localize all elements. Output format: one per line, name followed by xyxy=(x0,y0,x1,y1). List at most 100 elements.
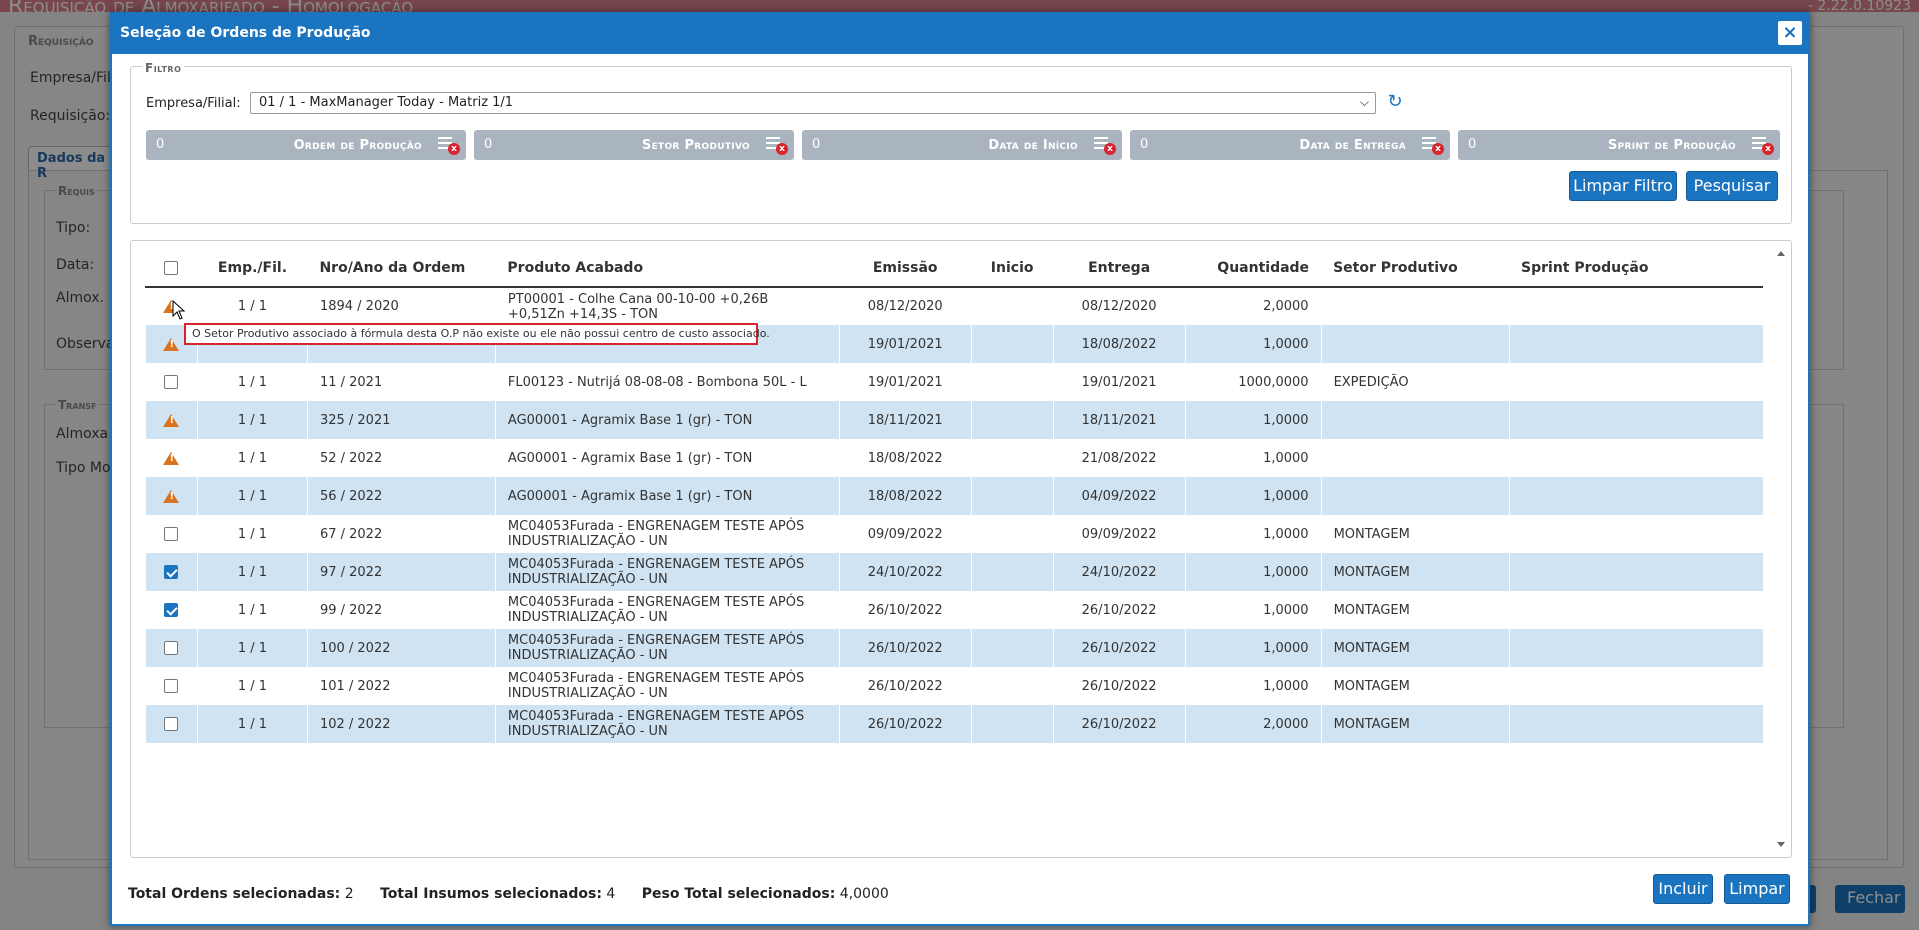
row-checkbox[interactable] xyxy=(164,565,179,579)
limpar-filtro-button[interactable]: Limpar Filtro xyxy=(1569,171,1677,201)
header-quantidade[interactable]: Quantidade xyxy=(1185,249,1322,288)
cell-select xyxy=(145,553,198,591)
empresa-filial-value: 01 / 1 - MaxManager Today - Matriz 1/1 xyxy=(259,95,514,110)
row-checkbox[interactable] xyxy=(164,641,179,655)
cell-quantidade: 1,0000 xyxy=(1184,401,1322,439)
header-emissao[interactable]: Emissão xyxy=(839,249,972,288)
header-nro-ano[interactable]: Nro/Ano da Ordem xyxy=(307,249,496,288)
cell-entrega: 26/10/2022 xyxy=(1052,705,1186,743)
table-row[interactable]: 1 / 1 97 / 2022 MC04053Furada - ENGRENAGEM… xyxy=(145,553,1763,591)
table-row[interactable]: 1 / 11894 / 2020PT00001 - Colhe Cana 00-… xyxy=(145,287,1763,325)
chip-ordem-producao[interactable]: 0 Ordem de Produção x xyxy=(146,130,466,160)
incluir-button[interactable]: Incluir xyxy=(1653,874,1713,904)
pesquisar-button[interactable]: Pesquisar xyxy=(1686,171,1778,201)
table-row[interactable]: 1 / 1 11 / 2021 FL00123 - Nutrijá 08-08-08… xyxy=(145,363,1763,401)
cell-inicio xyxy=(970,515,1054,553)
refresh-icon[interactable]: ↻ xyxy=(1384,91,1406,113)
cell-select xyxy=(145,363,198,401)
header-entrega[interactable]: Entrega xyxy=(1053,249,1186,288)
table-row[interactable]: 1 / 1 67 / 2022 MC04053Furada - ENGRENAGEM… xyxy=(145,515,1763,553)
close-icon[interactable]: × xyxy=(1778,21,1802,45)
table-row[interactable]: 1 / 1 102 / 2022 MC04053Furada - ENGRENAGE… xyxy=(145,705,1763,743)
cell-quantidade: 1,0000 xyxy=(1184,553,1322,591)
cell-emp-fil: 1 / 1 xyxy=(196,477,308,515)
cell-sprint xyxy=(1508,401,1763,439)
cell-entrega: 18/08/2022 xyxy=(1052,325,1186,363)
cell-produto: AG00001 - Agramix Base 1 (gr) - TON xyxy=(494,401,840,439)
cell-emissao: 18/08/2022 xyxy=(838,477,972,515)
warning-icon[interactable] xyxy=(163,413,180,427)
empresa-filial-select[interactable]: 01 / 1 - MaxManager Today - Matriz 1/1 ⌵ xyxy=(250,92,1376,114)
table-row[interactable]: 1 / 156 / 2022AG00001 - Agramix Base 1 (… xyxy=(145,477,1763,515)
header-sprint[interactable]: Sprint Produção xyxy=(1509,249,1763,288)
total-insumos-label: Total Insumos selecionados: xyxy=(380,886,602,902)
scroll-up-icon[interactable] xyxy=(1777,251,1785,256)
chip-data-entrega[interactable]: 0 Data de Entrega x xyxy=(1130,130,1450,160)
clear-filter-icon[interactable]: x xyxy=(1094,135,1116,155)
cell-inicio xyxy=(970,591,1054,629)
cell-produto: MC04053Furada - ENGRENAGEM TESTE APÓS IN… xyxy=(494,667,840,705)
cell-emp-fil: 1 / 1 xyxy=(196,439,308,477)
cell-nro-ano: 56 / 2022 xyxy=(306,477,496,515)
cell-sprint xyxy=(1508,363,1763,401)
cell-emissao: 18/08/2022 xyxy=(838,439,972,477)
chip-label: Data de Entrega xyxy=(1299,138,1406,153)
row-checkbox[interactable] xyxy=(164,603,179,617)
cell-emissao: 26/10/2022 xyxy=(838,705,972,743)
cell-emissao: 18/11/2021 xyxy=(838,401,972,439)
warning-icon[interactable] xyxy=(163,337,180,351)
cell-setor: MONTAGEM xyxy=(1320,667,1510,705)
cell-sprint xyxy=(1508,629,1763,667)
cell-entrega: 19/01/2021 xyxy=(1052,363,1186,401)
table-scrollbar[interactable] xyxy=(1775,247,1787,851)
chip-data-inicio[interactable]: 0 Data de Início x xyxy=(802,130,1122,160)
cell-quantidade: 1,0000 xyxy=(1184,629,1322,667)
chip-count: 0 xyxy=(484,137,493,152)
cell-sprint xyxy=(1508,439,1763,477)
header-inicio[interactable]: Inicio xyxy=(971,249,1054,288)
cell-quantidade: 2,0000 xyxy=(1184,287,1322,325)
cell-sprint xyxy=(1508,553,1763,591)
table-row[interactable]: 1 / 1 101 / 2022 MC04053Furada - ENGRENAGE… xyxy=(145,667,1763,705)
row-checkbox[interactable] xyxy=(164,679,179,693)
clear-filter-icon[interactable]: x xyxy=(1422,135,1444,155)
select-all-checkbox[interactable] xyxy=(164,260,179,275)
cell-setor xyxy=(1320,401,1510,439)
cell-inicio xyxy=(970,363,1054,401)
cell-entrega: 08/12/2020 xyxy=(1052,287,1186,325)
clear-filter-icon[interactable]: x xyxy=(1752,135,1774,155)
ordens-table-body: 1 / 11894 / 2020PT00001 - Colhe Cana 00-… xyxy=(145,287,1763,743)
header-produto[interactable]: Produto Acabado xyxy=(495,249,840,288)
header-emp-fil[interactable]: Emp./Fil. xyxy=(197,249,308,288)
cell-produto: FL00123 - Nutrijá 08-08-08 - Bombona 50L… xyxy=(494,363,840,401)
peso-total-value: 4,0000 xyxy=(839,886,889,902)
modal-title: Seleção de Ordens de Produção xyxy=(120,25,371,41)
header-setor[interactable]: Setor Produtivo xyxy=(1321,249,1510,288)
row-checkbox[interactable] xyxy=(164,527,179,541)
warning-icon[interactable] xyxy=(163,489,180,503)
cell-select xyxy=(145,705,198,743)
filter-legend: Filtro xyxy=(142,61,185,75)
cell-entrega: 24/10/2022 xyxy=(1052,553,1186,591)
chip-setor-produtivo[interactable]: 0 Setor Produtivo x xyxy=(474,130,794,160)
table-row[interactable]: 1 / 152 / 2022AG00001 - Agramix Base 1 (… xyxy=(145,439,1763,477)
cell-setor: MONTAGEM xyxy=(1320,629,1510,667)
cell-setor xyxy=(1320,287,1510,325)
table-row[interactable]: 1 / 1 100 / 2022 MC04053Furada - ENGRENAGE… xyxy=(145,629,1763,667)
cell-entrega: 04/09/2022 xyxy=(1052,477,1186,515)
cell-select xyxy=(145,591,198,629)
cell-select xyxy=(145,667,198,705)
clear-filter-icon[interactable]: x xyxy=(438,135,460,155)
clear-filter-icon[interactable]: x xyxy=(766,135,788,155)
table-row[interactable]: 1 / 1325 / 2021AG00001 - Agramix Base 1 … xyxy=(145,401,1763,439)
table-row[interactable]: 1 / 1 99 / 2022 MC04053Furada - ENGRENAGEM… xyxy=(145,591,1763,629)
row-checkbox[interactable] xyxy=(164,375,179,389)
limpar-button[interactable]: Limpar xyxy=(1724,874,1790,904)
row-checkbox[interactable] xyxy=(164,717,179,731)
cell-emissao: 26/10/2022 xyxy=(838,667,972,705)
cell-inicio xyxy=(970,629,1054,667)
scroll-down-icon[interactable] xyxy=(1777,842,1785,847)
cell-setor xyxy=(1320,325,1510,363)
chip-sprint-producao[interactable]: 0 Sprint de Produção x xyxy=(1458,130,1780,160)
warning-icon[interactable] xyxy=(163,451,180,465)
